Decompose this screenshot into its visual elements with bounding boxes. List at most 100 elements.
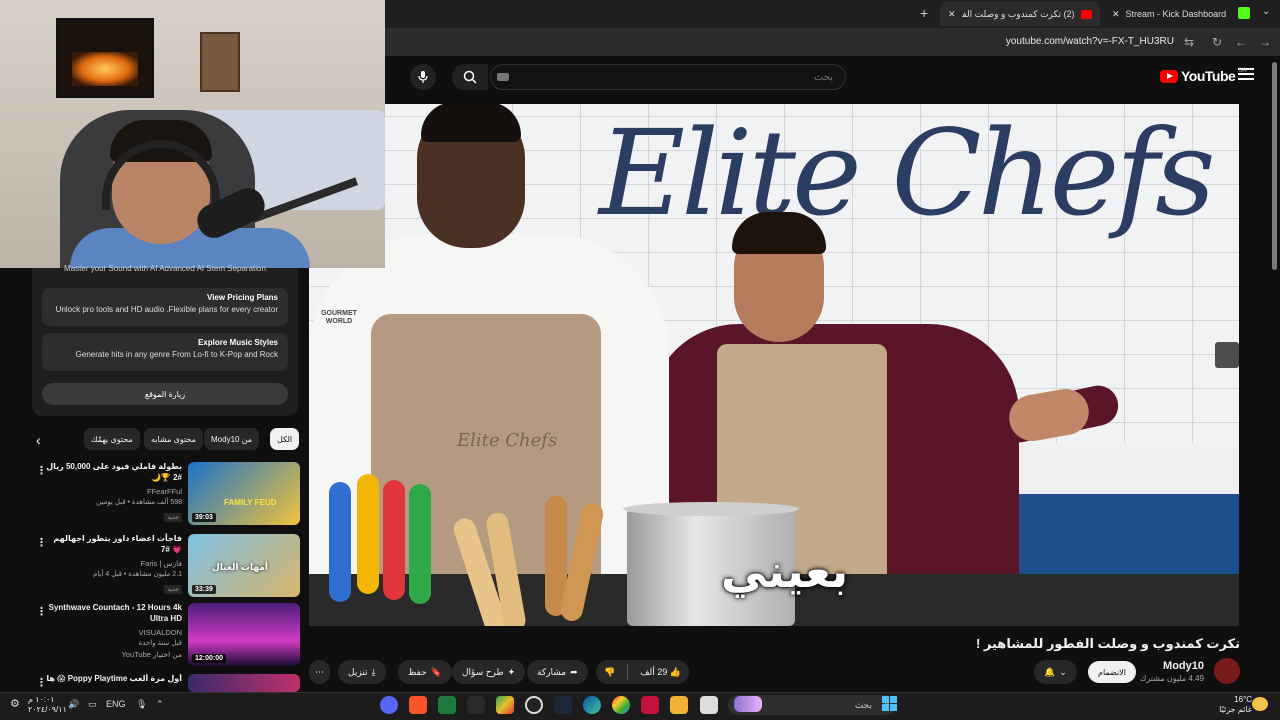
like-button[interactable]: 👍 29 ألف xyxy=(632,667,689,678)
settings-icon[interactable]: ⚙ xyxy=(10,697,20,710)
excel-icon[interactable] xyxy=(438,696,456,714)
language-indicator[interactable]: ENG xyxy=(106,699,126,709)
channel-name[interactable]: فارس | Faris xyxy=(42,559,182,568)
channel-name[interactable]: FFearFFul xyxy=(42,487,182,496)
scrollbar-thumb[interactable] xyxy=(1272,62,1277,270)
join-button[interactable]: الانضمام xyxy=(1088,661,1136,683)
channel-name[interactable]: Mody10 xyxy=(1163,660,1204,672)
reload-icon[interactable]: ↻ xyxy=(1208,33,1226,51)
microphone-icon xyxy=(418,71,428,83)
windows-start-icon[interactable] xyxy=(882,696,898,712)
utensil xyxy=(329,482,351,602)
chips-prev-icon[interactable]: ‹ xyxy=(36,432,41,448)
recommendation-item[interactable]: FAMILY FEUD 39:03 بطولة فاملي فيود على 5… xyxy=(36,462,300,526)
ask-label: طرح سؤال xyxy=(462,666,504,677)
more-options-icon[interactable]: ⋮ xyxy=(36,536,47,549)
video-title[interactable]: Synthwave Countach - 12 Hours 4k Ultra H… xyxy=(42,603,182,625)
search-input[interactable] xyxy=(491,65,845,89)
weather-widget[interactable]: 16°C غائم جزئيًا xyxy=(1219,695,1252,714)
video-title[interactable]: فاجأت اعضاء داوز بتطور اجهالهم 💗 #7 xyxy=(42,534,182,556)
voice-search-button[interactable] xyxy=(410,64,436,90)
youtube-play-icon xyxy=(1160,69,1178,83)
app-icon[interactable] xyxy=(467,696,485,714)
tab-close-icon[interactable]: ✕ xyxy=(1112,9,1120,20)
more-options-icon[interactable]: ⋮ xyxy=(36,676,47,689)
wall-socket xyxy=(1215,342,1239,368)
app-icon[interactable] xyxy=(641,696,659,714)
app-icon[interactable] xyxy=(496,696,514,714)
sparkle-icon: ✦ xyxy=(507,666,516,677)
more-options-icon[interactable]: ⋮ xyxy=(36,605,47,618)
subscribe-bell-button[interactable]: ⌄ 🔔 xyxy=(1034,660,1077,684)
ad-link-desc: Generate hits in any genre From Lo-fi to… xyxy=(75,350,278,359)
ad-link-pricing[interactable]: View Pricing Plans Unlock pro tools and … xyxy=(42,288,288,326)
chip-all[interactable]: الكل xyxy=(270,428,300,450)
tab-list-chevron-icon[interactable]: ⌄ xyxy=(1262,6,1270,17)
pot-lid xyxy=(623,502,799,516)
discord-icon[interactable] xyxy=(380,696,398,714)
steam-icon[interactable] xyxy=(554,696,572,714)
video-caption-overlay: بعيني xyxy=(721,545,849,597)
download-button[interactable]: ⤓ تنزيل xyxy=(338,660,386,684)
ad-link-styles[interactable]: Explore Music Styles Generate hits in an… xyxy=(42,333,288,371)
video-title[interactable]: بطولة فاملي فيود على 50,000 ريال #2 🏆🌙 xyxy=(42,462,182,484)
forward-icon[interactable]: → xyxy=(1256,33,1274,51)
url-text[interactable]: youtube.com/watch?v=-FX-T_HU3RU xyxy=(1006,36,1174,47)
search-button[interactable] xyxy=(452,64,488,90)
system-clock[interactable]: ١٠:٠١ م ٢٠٢٤/٠٩/١١ xyxy=(28,695,67,714)
search-highlight-icon xyxy=(734,696,762,712)
more-actions-button[interactable]: ⋯ xyxy=(309,660,330,684)
recommendation-item[interactable]: أمهات العيال 33:39 فاجأت اعضاء داوز بتطو… xyxy=(36,534,300,598)
brave-icon[interactable] xyxy=(409,696,427,714)
volume-icon[interactable]: 🔊 xyxy=(68,699,79,710)
apron-logo: Elite Chefs xyxy=(457,430,558,451)
webcam-overlay xyxy=(0,0,385,268)
youtube-logo[interactable]: YouTube SA xyxy=(1160,68,1246,84)
chip-similar[interactable]: محتوى مشابه xyxy=(144,428,203,450)
video-meta: قبل سنة واحدة xyxy=(138,639,182,647)
save-button[interactable]: 🔖 حفظ xyxy=(398,660,452,684)
ad-link-title: View Pricing Plans xyxy=(207,293,278,302)
share-button[interactable]: ➦ مشاركة xyxy=(527,660,588,684)
keyboard-icon[interactable] xyxy=(497,73,509,81)
mic-tray-icon[interactable]: 🎙 xyxy=(136,699,147,710)
dislike-button[interactable]: 👎 xyxy=(596,667,623,678)
chrome-icon[interactable] xyxy=(612,696,630,714)
more-options-icon[interactable]: ⋮ xyxy=(36,464,47,477)
bookmark-icon: 🔖 xyxy=(430,666,442,677)
video-title[interactable]: أول مرة ألعب Poppy Playtime 😱 ها xyxy=(42,674,182,685)
tab-close-icon[interactable]: ✕ xyxy=(948,9,956,20)
ask-button[interactable]: ✦ طرح سؤال xyxy=(452,660,526,684)
video-thumbnail[interactable]: FAMILY FEUD 39:03 xyxy=(188,462,300,525)
tab-title: Stream - Kick Dashboard xyxy=(1125,9,1227,19)
video-thumbnail[interactable] xyxy=(188,674,300,692)
video-player[interactable]: Elite Chefs Elite Chefs GOURMET WORLD بع… xyxy=(309,104,1239,626)
chip-from-channel[interactable]: من Mody10 xyxy=(204,428,260,450)
new-tab-button[interactable]: + xyxy=(920,5,928,21)
file-explorer-icon[interactable] xyxy=(670,696,688,714)
tray-expand-icon[interactable]: ⌃ xyxy=(156,699,164,710)
recommendation-item[interactable]: 12:00:00 Synthwave Countach - 12 Hours 4… xyxy=(36,603,300,667)
network-icon[interactable]: ▭ xyxy=(88,699,97,710)
clock-date: ٢٠٢٤/٠٩/١١ xyxy=(28,704,67,714)
utensil xyxy=(383,480,405,600)
divider xyxy=(627,664,629,680)
edge-icon[interactable] xyxy=(583,696,601,714)
tab-youtube[interactable]: ✕ (2) تكرت كمندوب و وصلت الفطا xyxy=(940,2,1100,26)
recommendation-item[interactable]: أول مرة ألعب Poppy Playtime 😱 ها ⋮ xyxy=(36,674,300,692)
channel-avatar[interactable] xyxy=(1214,658,1240,684)
back-icon[interactable]: ← xyxy=(1232,33,1250,51)
app-icon[interactable] xyxy=(700,696,718,714)
video-thumbnail[interactable]: أمهات العيال 33:39 xyxy=(188,534,300,597)
search-box[interactable] xyxy=(490,64,846,90)
reader-icon[interactable]: ⇆ xyxy=(1180,33,1198,51)
video-title: تكرت كمندوب و وصلت الفطور للمشاهير ! xyxy=(975,636,1240,651)
visit-site-button[interactable]: زيارة الموقع xyxy=(42,383,288,405)
thumbs-up-icon: 👍 xyxy=(669,666,682,677)
channel-name[interactable]: VISUALDON xyxy=(42,628,182,637)
obs-icon[interactable] xyxy=(525,696,543,714)
share-label: مشاركة xyxy=(537,666,567,677)
chip-for-you[interactable]: محتوى يهمّك xyxy=(84,428,140,450)
tab-kick-dashboard[interactable]: ✕ Stream - Kick Dashboard xyxy=(1104,2,1234,26)
video-thumbnail[interactable]: 12:00:00 xyxy=(188,603,300,666)
